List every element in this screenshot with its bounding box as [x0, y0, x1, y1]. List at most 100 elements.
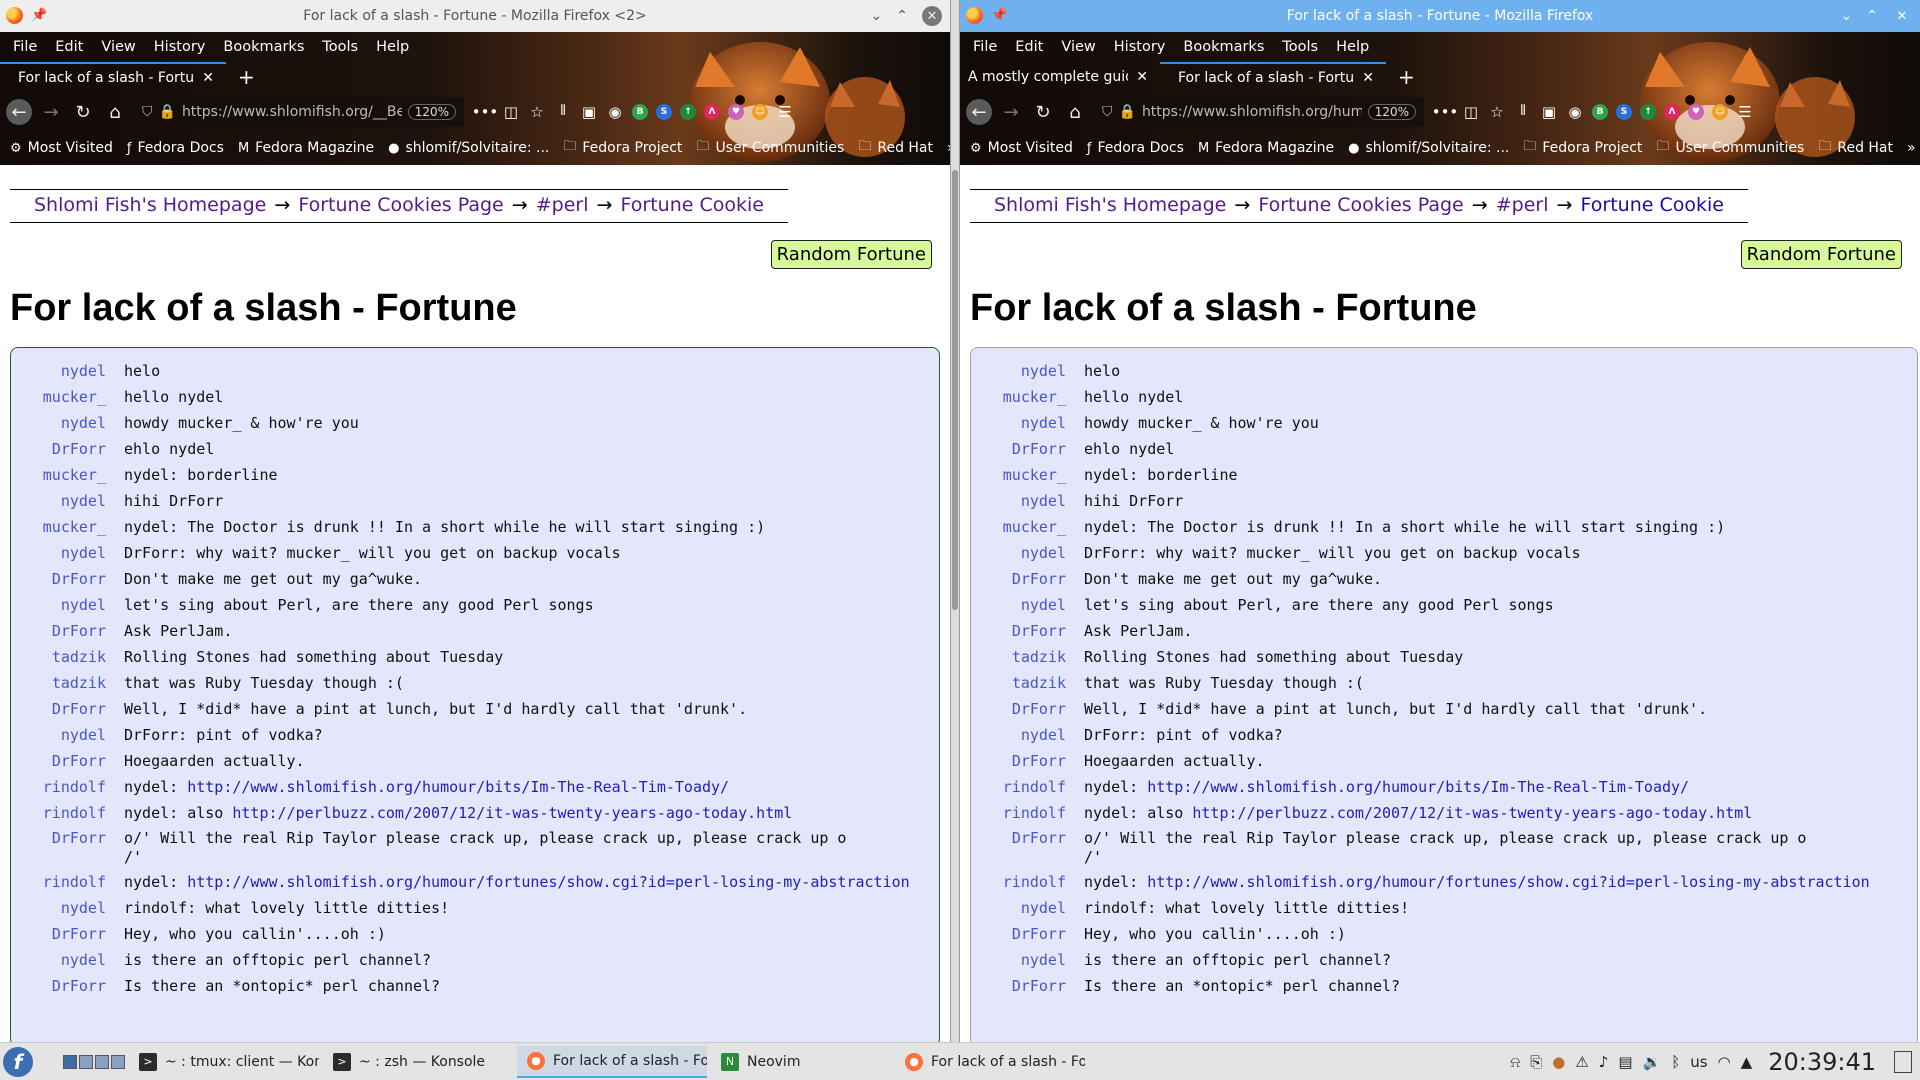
title-bar[interactable]: 📌 For lack of a slash - Fortune - Mozill… — [0, 0, 950, 32]
wifi-icon[interactable]: ◠ — [1718, 1053, 1731, 1071]
forward-icon[interactable]: → — [38, 99, 64, 125]
updates-icon[interactable]: ⚠ — [1575, 1053, 1588, 1071]
forward-icon[interactable]: → — [998, 99, 1024, 125]
bookmarks-overflow-icon[interactable]: » — [1907, 140, 1916, 156]
menu-help[interactable]: Help — [367, 39, 418, 55]
breadcrumb-fortune-cookies[interactable]: Fortune Cookies Page — [298, 194, 503, 216]
account-icon[interactable]: ◉ — [606, 103, 624, 121]
library-icon[interactable]: 𝍪 — [554, 101, 572, 121]
minimize-icon[interactable]: ⌄ — [1841, 8, 1853, 24]
pocket-icon[interactable]: ◫ — [1462, 103, 1480, 121]
bluetooth-icon[interactable]: ᛒ — [1671, 1053, 1680, 1071]
taskbar-task[interactable]: > ~ : zsh — Konsole — [323, 1046, 513, 1078]
bookmark-fedora-docs[interactable]: ƒ Fedora Docs — [127, 140, 224, 156]
menu-file[interactable]: File — [964, 39, 1006, 55]
back-icon[interactable]: ← — [6, 99, 32, 125]
extension-b-icon[interactable]: B — [1592, 104, 1608, 120]
tab-fortune[interactable]: For lack of a slash - Fortu ✕ — [1160, 62, 1386, 92]
bookmark-red-hat[interactable]: 🗀 Red Hat — [1818, 137, 1893, 159]
bookmark-star-icon[interactable]: ☆ — [528, 103, 546, 121]
irc-message-link[interactable]: http://perlbuzz.com/2007/12/it-was-twent… — [1192, 804, 1752, 822]
zoom-level[interactable]: 120% — [407, 104, 456, 120]
hamburger-menu-icon[interactable]: ☰ — [776, 103, 794, 121]
bookmark-user-communities[interactable]: 🗀 User Communities — [696, 137, 844, 159]
bookmark-red-hat[interactable]: 🗀 Red Hat — [858, 137, 933, 159]
clipboard-icon[interactable]: ⎘ — [1530, 1053, 1542, 1071]
tab-close-icon[interactable]: ✕ — [202, 70, 214, 86]
home-icon[interactable]: ⌂ — [102, 99, 128, 125]
bookmark-star-icon[interactable]: ☆ — [1488, 103, 1506, 121]
tab-close-icon[interactable]: ✕ — [1136, 69, 1148, 85]
clock[interactable]: 20:39:41 — [1768, 1048, 1876, 1076]
page-actions-icon[interactable]: ••• — [1432, 103, 1459, 121]
irc-message-link[interactable]: http://perlbuzz.com/2007/12/it-was-twent… — [232, 804, 792, 822]
extension-heart-icon[interactable]: ♥ — [1688, 104, 1704, 120]
close-icon[interactable]: ✕ — [922, 6, 942, 26]
library-icon[interactable]: 𝍪 — [1514, 101, 1532, 121]
menu-bookmarks[interactable]: Bookmarks — [214, 39, 313, 55]
zoom-level[interactable]: 120% — [1367, 104, 1416, 120]
scrollbar[interactable] — [950, 0, 960, 1042]
taskbar-task[interactable]: N Neovim — [711, 1046, 891, 1078]
back-icon[interactable]: ← — [966, 99, 992, 125]
bookmark-fedora-project[interactable]: 🗀 Fedora Project — [1523, 137, 1642, 159]
show-desktop-icon[interactable] — [1894, 1050, 1912, 1073]
breadcrumb-perl[interactable]: #perl — [1496, 194, 1549, 216]
breadcrumb-homepage[interactable]: Shlomi Fish's Homepage — [994, 194, 1226, 216]
hamburger-menu-icon[interactable]: ☰ — [1736, 103, 1754, 121]
disk-icon[interactable]: ▤ — [1618, 1053, 1632, 1071]
page-actions-icon[interactable]: ••• — [472, 103, 499, 121]
taskbar-task[interactable]: > ~ : tmux: client — Konsole <... — [129, 1046, 319, 1078]
bookmark-fedora-docs[interactable]: ƒ Fedora Docs — [1087, 140, 1184, 156]
bookmark-solvitaire[interactable]: ● shlomif/Solvitaire: ... — [388, 140, 549, 156]
irc-message-link[interactable]: http://www.shlomifish.org/humour/fortune… — [1147, 873, 1869, 891]
desktop-4[interactable] — [111, 1054, 125, 1069]
extension-smile-icon[interactable]: ☺ — [1712, 104, 1728, 120]
irc-message-link[interactable]: http://www.shlomifish.org/humour/bits/Im… — [1147, 778, 1689, 796]
reload-icon[interactable]: ↻ — [70, 99, 96, 125]
new-tab-icon[interactable]: + — [1386, 62, 1427, 92]
menu-history[interactable]: History — [1105, 39, 1175, 55]
bookmark-fedora-magazine[interactable]: M Fedora Magazine — [238, 140, 374, 156]
bookmark-most-visited[interactable]: ⚙ Most Visited — [10, 140, 113, 156]
irc-message-link[interactable]: http://www.shlomifish.org/humour/fortune… — [187, 873, 909, 891]
keyboard-layout[interactable]: us — [1690, 1053, 1707, 1071]
menu-view[interactable]: View — [1052, 39, 1104, 55]
extension-red-icon[interactable]: Λ — [1664, 104, 1680, 120]
maximize-icon[interactable]: ⌃ — [896, 8, 908, 24]
breadcrumb-homepage[interactable]: Shlomi Fish's Homepage — [34, 194, 266, 216]
pin-icon[interactable]: 📌 — [31, 7, 47, 24]
bookmark-user-communities[interactable]: 🗀 User Communities — [1656, 137, 1804, 159]
extension-green-icon[interactable]: ↑ — [680, 104, 696, 120]
desktop-3[interactable] — [95, 1054, 109, 1069]
menu-view[interactable]: View — [92, 39, 144, 55]
new-tab-icon[interactable]: + — [226, 62, 267, 92]
sidebar-icon[interactable]: ▣ — [1540, 103, 1558, 121]
tray-expand-icon[interactable]: ▲ — [1741, 1053, 1753, 1071]
pocket-icon[interactable]: ◫ — [502, 103, 520, 121]
breadcrumb-perl[interactable]: #perl — [536, 194, 589, 216]
extension-b-icon[interactable]: B — [632, 104, 648, 120]
volume-icon[interactable]: 🔉 — [1643, 1053, 1662, 1071]
menu-history[interactable]: History — [145, 39, 215, 55]
bookmark-fedora-magazine[interactable]: M Fedora Magazine — [1198, 140, 1334, 156]
tab-close-icon[interactable]: ✕ — [1362, 70, 1374, 86]
menu-help[interactable]: Help — [1327, 39, 1378, 55]
maximize-icon[interactable]: ⌃ — [1866, 8, 1878, 24]
virtual-desktop-pager[interactable] — [63, 1054, 125, 1069]
irc-message-link[interactable]: http://www.shlomifish.org/humour/bits/Im… — [187, 778, 729, 796]
breadcrumb-fortune-cookie[interactable]: Fortune Cookie — [621, 194, 764, 216]
minimize-icon[interactable]: ⌄ — [871, 8, 883, 24]
audio-mixer-icon[interactable]: ♪ — [1599, 1053, 1609, 1071]
notifications-icon[interactable]: ⍾ — [1510, 1053, 1520, 1071]
extension-red-icon[interactable]: Λ — [704, 104, 720, 120]
cookie-icon[interactable]: ● — [1552, 1053, 1565, 1071]
tracking-shield-icon[interactable]: ⛉ — [142, 104, 153, 120]
random-fortune-button[interactable]: Random Fortune — [1740, 240, 1902, 269]
bookmark-most-visited[interactable]: ⚙ Most Visited — [970, 140, 1073, 156]
home-icon[interactable]: ⌂ — [1062, 99, 1088, 125]
account-icon[interactable]: ◉ — [1566, 103, 1584, 121]
extension-heart-icon[interactable]: ♥ — [728, 104, 744, 120]
close-icon[interactable]: ✕ — [1892, 6, 1912, 26]
extension-s-icon[interactable]: S — [656, 104, 672, 120]
